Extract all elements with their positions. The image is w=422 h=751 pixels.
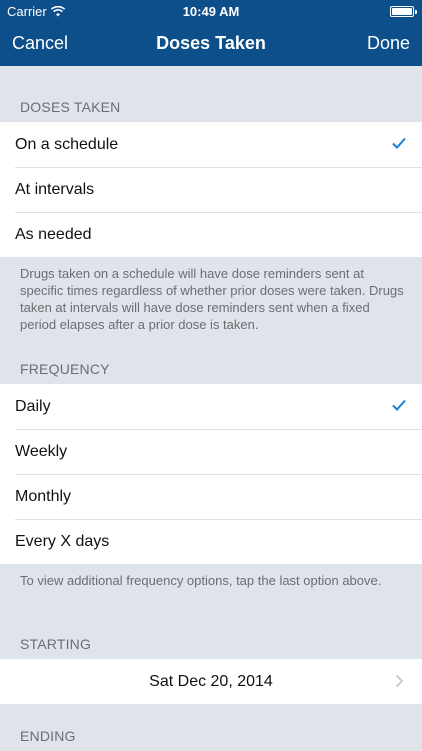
settings-table: DOSES TAKEN On a schedule At intervals A… xyxy=(0,66,422,751)
section-header-frequency: FREQUENCY xyxy=(20,361,110,377)
section-header-ending: ENDING xyxy=(20,728,76,744)
navigation-bar: Cancel Doses Taken Done xyxy=(0,22,422,66)
option-label: Weekly xyxy=(15,442,68,460)
doses-taken-footer: Drugs taken on a schedule will have dose… xyxy=(20,266,404,332)
page-title: Doses Taken xyxy=(156,33,266,53)
checkmark-icon xyxy=(392,137,406,149)
battery-icon xyxy=(390,6,417,17)
option-label: Every X days xyxy=(15,532,110,550)
option-label: Daily xyxy=(15,397,51,415)
option-as-needed[interactable]: As needed xyxy=(0,212,422,257)
option-on-a-schedule[interactable]: On a schedule xyxy=(0,122,422,167)
option-label: On a schedule xyxy=(15,135,119,153)
option-label: Monthly xyxy=(15,487,72,505)
section-header-doses-taken: DOSES TAKEN xyxy=(20,99,121,115)
option-label: As needed xyxy=(15,225,92,243)
status-bar: Carrier 10:49 AM xyxy=(0,0,422,22)
section-header-starting: STARTING xyxy=(20,636,92,652)
starting-group: Sat Dec 20, 2014 xyxy=(0,659,422,704)
option-daily[interactable]: Daily xyxy=(0,384,422,429)
status-time: 10:49 AM xyxy=(182,4,240,19)
start-date-row[interactable]: Sat Dec 20, 2014 xyxy=(0,659,422,704)
option-label: At intervals xyxy=(15,180,95,198)
done-button[interactable]: Done xyxy=(367,33,410,54)
checkmark-icon xyxy=(392,399,406,411)
option-weekly[interactable]: Weekly xyxy=(0,429,422,474)
option-monthly[interactable]: Monthly xyxy=(0,474,422,519)
option-at-intervals[interactable]: At intervals xyxy=(0,167,422,212)
start-date-value: Sat Dec 20, 2014 xyxy=(149,672,273,690)
option-every-x-days[interactable]: Every X days xyxy=(0,519,422,564)
doses-taken-group: On a schedule At intervals As needed xyxy=(0,122,422,257)
frequency-footer: To view additional frequency options, ta… xyxy=(20,573,382,588)
frequency-group: Daily Weekly Monthly Every X days xyxy=(0,384,422,564)
chevron-right-icon xyxy=(395,674,404,688)
